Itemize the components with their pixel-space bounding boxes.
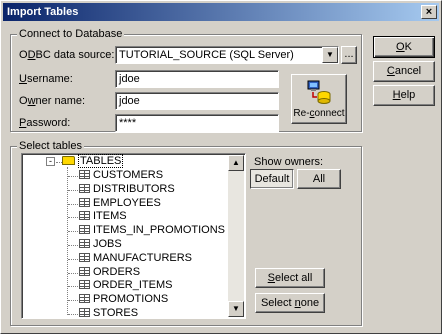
tree-item-label: ITEMS_IN_PROMOTIONS (93, 224, 226, 237)
collapse-icon[interactable]: - (46, 157, 55, 166)
cancel-label: Cancel (386, 65, 422, 77)
table-icon (79, 308, 90, 317)
password-value: **** (119, 117, 137, 129)
default-owners-button[interactable]: Default (250, 169, 294, 189)
tree-item-label: MANUFACTURERS (93, 251, 193, 264)
cancel-button[interactable]: Cancel (373, 61, 435, 82)
tree-item-label: ORDERS (93, 265, 141, 278)
table-icon (79, 266, 90, 276)
tree-root-label: TABLES (78, 154, 124, 168)
tree-item-table[interactable]: CUSTOMERS (79, 169, 163, 182)
odbc-label: ODBC data source: (19, 49, 115, 61)
import-tables-dialog: Import Tables × Connect to Database ODBC… (0, 0, 442, 334)
database-connect-icon (307, 80, 331, 104)
scroll-down-icon[interactable]: ▼ (228, 301, 244, 317)
tree-scrollbar[interactable]: ▲ ▼ (228, 155, 244, 317)
browse-button[interactable]: ... (341, 46, 357, 64)
username-value: jdoe (119, 73, 140, 85)
table-icon (79, 197, 90, 207)
tree-item-table[interactable]: DISTRIBUTORS (79, 183, 175, 196)
tree-item-table[interactable]: JOBS (79, 238, 122, 251)
username-field[interactable]: jdoe (115, 70, 279, 88)
table-icon (79, 183, 90, 193)
odbc-source-value: TUTORIAL_SOURCE (SQL Server) (119, 49, 294, 61)
tree-item-label: EMPLOYEES (93, 196, 161, 209)
show-owners-label: Show owners: (254, 156, 324, 168)
select-none-label: Select none (260, 297, 320, 309)
tree-item-label: ORDER_ITEMS (93, 279, 173, 292)
close-button[interactable]: × (421, 5, 437, 19)
tree-item-table[interactable]: MANUFACTURERS (79, 252, 192, 265)
browse-button-label: ... (344, 48, 354, 60)
ok-button[interactable]: OK (373, 36, 435, 58)
tree-item-label: PROMOTIONS (93, 293, 169, 306)
select-all-button[interactable]: Select all (255, 268, 325, 288)
tree-item-table[interactable]: ORDER_ITEMS (79, 279, 172, 292)
table-icon (79, 211, 90, 221)
tree-item-label: JOBS (93, 238, 122, 250)
table-icon (79, 280, 90, 290)
ok-label: OK (396, 41, 412, 53)
select-all-label: Select all (267, 272, 313, 284)
owner-value: jdoe (119, 95, 140, 107)
help-button[interactable]: Help (373, 85, 435, 106)
owner-field[interactable]: jdoe (115, 92, 279, 110)
chevron-down-icon[interactable]: ▼ (322, 47, 338, 63)
tree-item-label: STORES (93, 307, 139, 319)
default-label: Default (254, 173, 290, 185)
table-icon (79, 239, 90, 248)
username-label: Username: (19, 73, 73, 85)
scroll-up-icon[interactable]: ▲ (228, 155, 244, 171)
table-icon (79, 170, 90, 179)
table-icon (79, 225, 90, 235)
tree-item-table[interactable]: PROMOTIONS (79, 293, 168, 306)
tree-item-label: DISTRIBUTORS (93, 182, 175, 195)
help-label: Help (392, 89, 416, 101)
tree-item-table[interactable]: ITEMS_IN_PROMOTIONS (79, 224, 225, 237)
all-label: All (312, 173, 326, 185)
connect-group-label: Connect to Database (17, 28, 125, 40)
title-bar: Import Tables × (3, 3, 439, 21)
close-icon: × (425, 6, 433, 18)
password-field[interactable]: **** (115, 114, 279, 132)
password-label: Password: (19, 117, 71, 129)
reconnect-button[interactable]: Re-connect (291, 74, 347, 124)
odbc-source-dropdown[interactable]: TUTORIAL_SOURCE (SQL Server) ▼ (115, 46, 339, 64)
owner-label: Owner name: (19, 95, 86, 107)
tree-item-label: CUSTOMERS (93, 169, 164, 181)
tree-item-table[interactable]: STORES (79, 307, 139, 319)
reconnect-label: Re-connect (293, 108, 345, 119)
tree-item-table[interactable]: ITEMS (79, 210, 127, 223)
tree-item-table[interactable]: EMPLOYEES (79, 197, 161, 210)
select-tables-label: Select tables (17, 140, 84, 152)
table-icon (79, 252, 90, 262)
tree-root-tables[interactable]: TABLES (62, 154, 124, 168)
folder-icon (62, 156, 75, 165)
dialog-title: Import Tables (7, 6, 79, 18)
tables-tree[interactable]: - TABLES CUSTOMERS DISTRIBUTORS EMPLOYEES I… (21, 153, 246, 319)
select-none-button[interactable]: Select none (255, 293, 325, 313)
tree-item-table[interactable]: ORDERS (79, 266, 140, 279)
table-icon (79, 294, 90, 304)
all-owners-button[interactable]: All (297, 169, 341, 189)
tree-item-label: ITEMS (93, 210, 127, 223)
